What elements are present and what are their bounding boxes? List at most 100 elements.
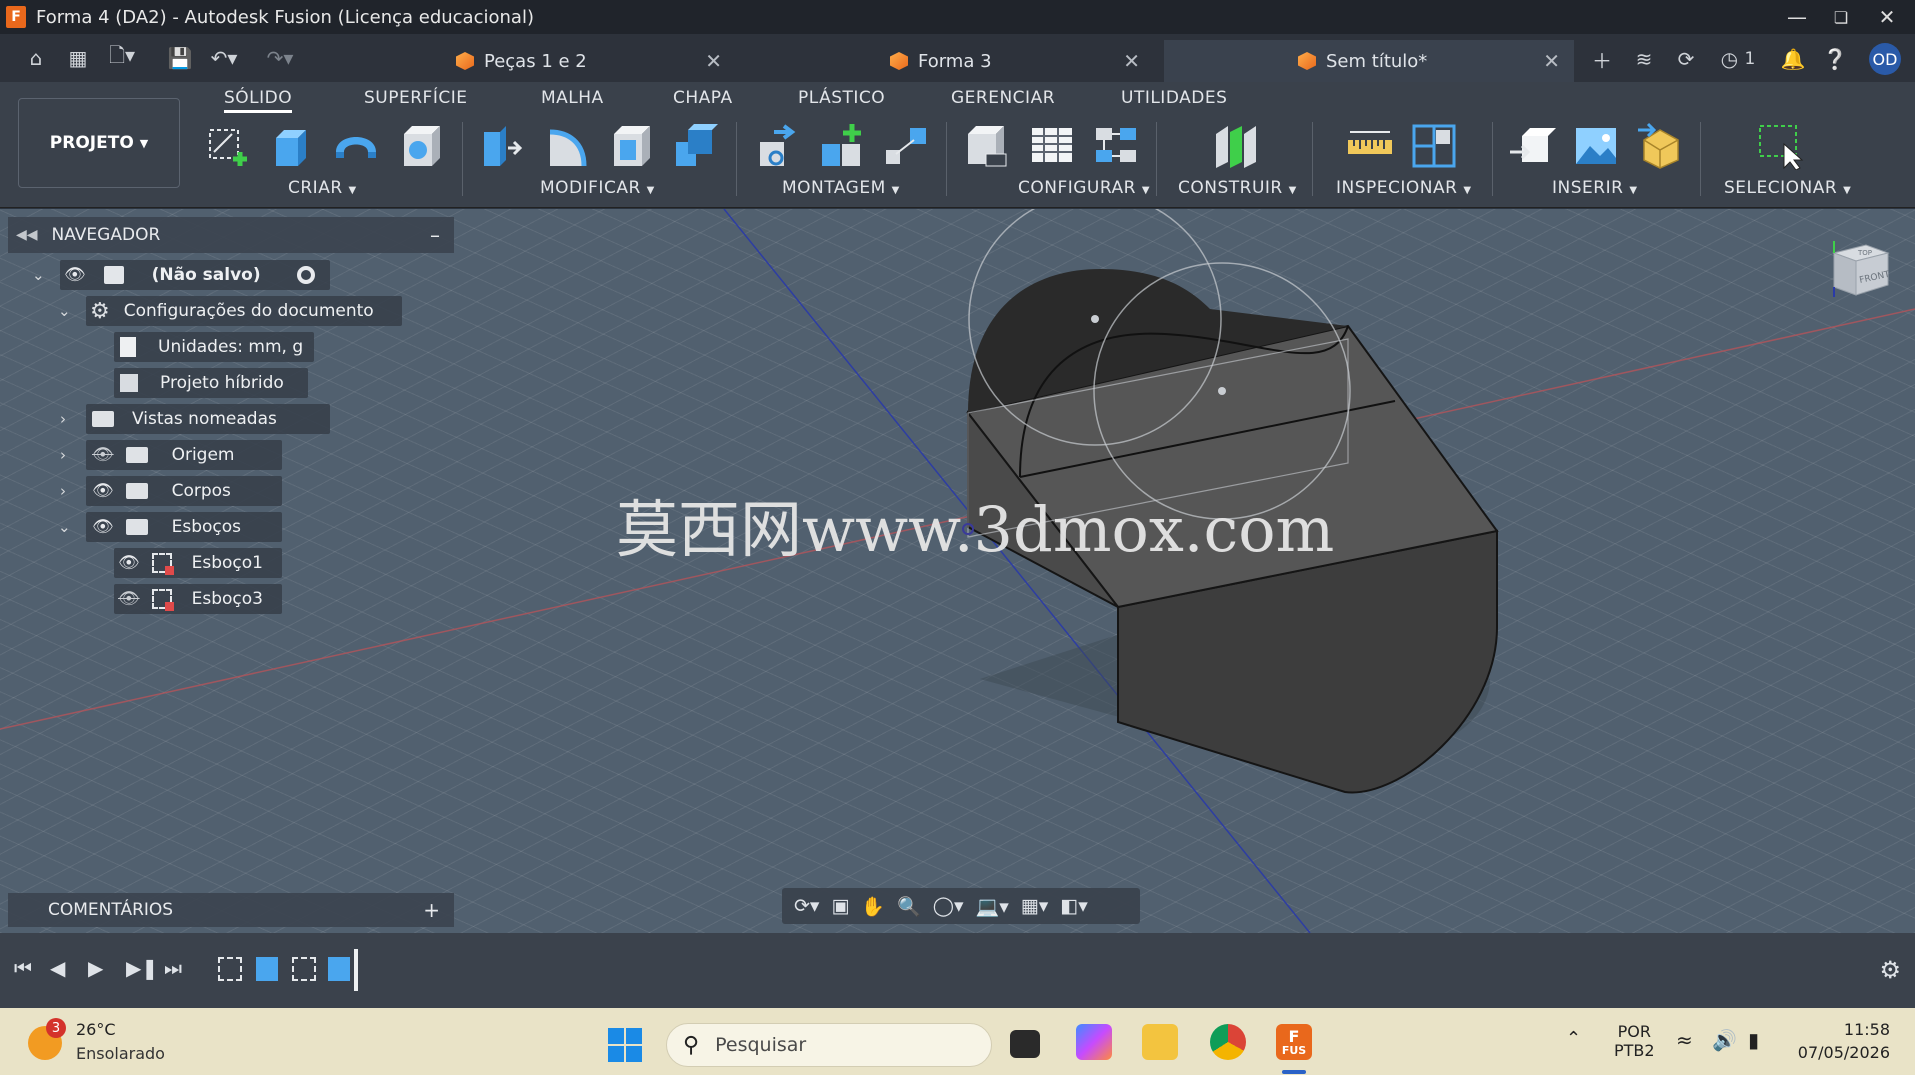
section-analysis-icon[interactable] xyxy=(1410,122,1458,170)
file-menu-icon[interactable]: 🗋▾ xyxy=(108,43,136,72)
group-inspecionar[interactable]: INSPECIONAR ▼ xyxy=(1336,178,1472,198)
tree-item-named-views[interactable]: › Vistas nomeadas xyxy=(56,403,330,435)
clock[interactable]: 11:58 07/05/2026 xyxy=(1796,1020,1890,1062)
tab-solido[interactable]: SÓLIDO xyxy=(224,88,293,113)
chrome-icon[interactable] xyxy=(1210,1024,1246,1060)
windows-start-icon[interactable] xyxy=(608,1028,642,1062)
group-inserir[interactable]: INSERIR ▼ xyxy=(1552,178,1638,198)
pan-hand-icon[interactable]: ✋ xyxy=(861,895,885,918)
undo-icon[interactable]: ↶▾ xyxy=(210,44,238,72)
eye-icon[interactable]: 👁 xyxy=(92,517,114,537)
play-icon[interactable]: ▶ xyxy=(88,956,103,980)
tab-chapa[interactable]: CHAPA xyxy=(673,88,733,108)
chevron-right-icon[interactable]: › xyxy=(60,410,66,428)
taskbar-search-field[interactable]: ⚲ Pesquisar xyxy=(666,1023,992,1067)
tab-utilidades[interactable]: UTILIDADES xyxy=(1121,88,1227,108)
eye-icon[interactable]: 👁 xyxy=(64,265,86,285)
chevron-down-icon[interactable]: ⌄ xyxy=(32,266,45,284)
view-cube[interactable]: TOP FRONT xyxy=(1826,239,1891,303)
chevron-down-icon[interactable]: ⌄ xyxy=(58,302,71,320)
zoom-icon[interactable]: 🔍 xyxy=(897,895,921,918)
fit-window-icon[interactable]: ◯▾ xyxy=(933,895,964,917)
configuration-table-icon[interactable] xyxy=(1028,122,1076,170)
tree-item-document-settings[interactable]: ⌄ ⚙ Configurações do documento xyxy=(56,295,402,327)
create-sketch-icon[interactable] xyxy=(204,122,252,170)
new-tab-icon[interactable]: ＋ xyxy=(1589,46,1615,73)
tree-item-sketch-1[interactable]: 👁 Esboço1 xyxy=(114,547,282,579)
measure-icon[interactable] xyxy=(1346,122,1394,170)
home-icon[interactable]: ⌂ xyxy=(22,44,50,72)
insert-canvas-icon[interactable] xyxy=(1572,122,1620,170)
grid-menu-icon[interactable]: ▦ xyxy=(64,44,92,72)
insert-derive-icon[interactable] xyxy=(1508,122,1556,170)
tab-gerenciar[interactable]: GERENCIAR xyxy=(951,88,1055,108)
chevron-right-icon[interactable]: › xyxy=(60,446,66,464)
tab-pecas-1-e-2[interactable]: Peças 1 e 2 ✕ xyxy=(456,40,736,82)
go-to-end-icon[interactable]: ⏭ xyxy=(164,956,182,980)
activate-radio-icon[interactable] xyxy=(296,266,315,284)
grid-settings-icon[interactable]: ▦▾ xyxy=(1021,895,1049,917)
eye-icon[interactable]: 👁 xyxy=(92,481,114,501)
chevron-down-icon[interactable]: ⌄ xyxy=(58,518,71,536)
save-icon[interactable]: 💾 xyxy=(166,44,194,72)
file-explorer-icon[interactable] xyxy=(1142,1024,1178,1060)
new-component-icon[interactable] xyxy=(818,122,866,170)
tree-item-hybrid-design[interactable]: Projeto híbrido xyxy=(114,367,308,399)
input-language[interactable]: POR PTB2 xyxy=(1614,1022,1655,1060)
tree-item-sketches[interactable]: ⌄ 👁 Esboços xyxy=(56,511,282,543)
group-montagem[interactable]: MONTAGEM ▼ xyxy=(782,178,900,198)
chevron-right-icon[interactable]: › xyxy=(60,482,66,500)
volume-icon[interactable]: 🔊 xyxy=(1712,1028,1737,1052)
tab-malha[interactable]: MALHA xyxy=(541,88,604,108)
collapse-panel-icon[interactable]: ◀◀ xyxy=(16,227,38,243)
tab-plastico[interactable]: PLÁSTICO xyxy=(798,88,885,108)
next-step-icon[interactable]: ▶❚ xyxy=(126,956,158,980)
offset-plane-icon[interactable] xyxy=(1212,122,1260,170)
battery-icon[interactable]: ▮ xyxy=(1748,1028,1759,1052)
notifications-bell-icon[interactable]: 🔔 xyxy=(1780,46,1806,72)
shell-icon[interactable] xyxy=(608,122,656,170)
revolve-icon[interactable] xyxy=(332,122,380,170)
close-tab-icon[interactable]: ✕ xyxy=(705,49,722,73)
viewports-icon[interactable]: ◧▾ xyxy=(1060,895,1088,917)
job-status-icon[interactable]: ◷ 1 xyxy=(1716,46,1760,72)
timeline-sketch-feature-icon[interactable] xyxy=(292,957,316,981)
data-panel-icon[interactable]: ≋ xyxy=(1631,46,1657,72)
tree-item-sketch-3[interactable]: 👁 Esboço3 xyxy=(114,583,282,615)
go-to-start-icon[interactable]: ⏮ xyxy=(14,956,32,980)
group-configurar[interactable]: CONFIGURAR ▼ xyxy=(1018,178,1150,198)
eye-icon[interactable]: 👁 xyxy=(118,553,140,573)
redo-icon[interactable]: ↷▾ xyxy=(266,44,294,72)
orbit-icon[interactable]: ⟳▾ xyxy=(794,895,819,917)
extrude-icon[interactable] xyxy=(268,122,316,170)
tree-item-origin[interactable]: › 👁 Origem xyxy=(56,439,282,471)
fillet-icon[interactable] xyxy=(544,122,592,170)
wifi-icon[interactable]: ≈ xyxy=(1676,1028,1693,1052)
motion-link-icon[interactable] xyxy=(882,122,930,170)
press-pull-icon[interactable] xyxy=(478,122,526,170)
selection-window-icon[interactable] xyxy=(1756,122,1804,170)
avatar[interactable]: OD xyxy=(1869,43,1901,75)
group-selecionar[interactable]: SELECIONAR ▼ xyxy=(1724,178,1851,198)
timeline-extrude-feature-icon[interactable] xyxy=(328,957,350,981)
minimize-button[interactable]: — xyxy=(1775,0,1819,34)
display-settings-icon[interactable]: 💻▾ xyxy=(976,895,1009,918)
look-at-icon[interactable]: ▣ xyxy=(831,895,849,917)
configuration-rules-icon[interactable] xyxy=(1092,122,1140,170)
tree-item-root[interactable]: ⌄ 👁 (Não salvo) xyxy=(26,259,330,291)
group-construir[interactable]: CONSTRUIR ▼ xyxy=(1178,178,1297,198)
tree-item-units[interactable]: Unidades: mm, g xyxy=(114,331,314,363)
close-tab-icon[interactable]: ✕ xyxy=(1123,49,1140,73)
hole-icon[interactable] xyxy=(398,122,446,170)
combine-icon[interactable] xyxy=(672,122,720,170)
configure-icon[interactable] xyxy=(962,122,1010,170)
tab-sem-titulo[interactable]: Sem título* ✕ xyxy=(1164,40,1574,82)
copilot-icon[interactable] xyxy=(1076,1024,1112,1060)
group-modificar[interactable]: MODIFICAR ▼ xyxy=(540,178,655,198)
tab-superficie[interactable]: SUPERFÍCIE xyxy=(364,88,467,108)
insert-mesh-icon[interactable] xyxy=(1636,122,1684,170)
task-view-icon[interactable] xyxy=(1010,1030,1040,1058)
tab-forma-3[interactable]: Forma 3 ✕ xyxy=(890,40,1154,82)
eye-hidden-icon[interactable]: 👁 xyxy=(118,589,140,609)
add-comment-icon[interactable]: + xyxy=(423,898,440,922)
